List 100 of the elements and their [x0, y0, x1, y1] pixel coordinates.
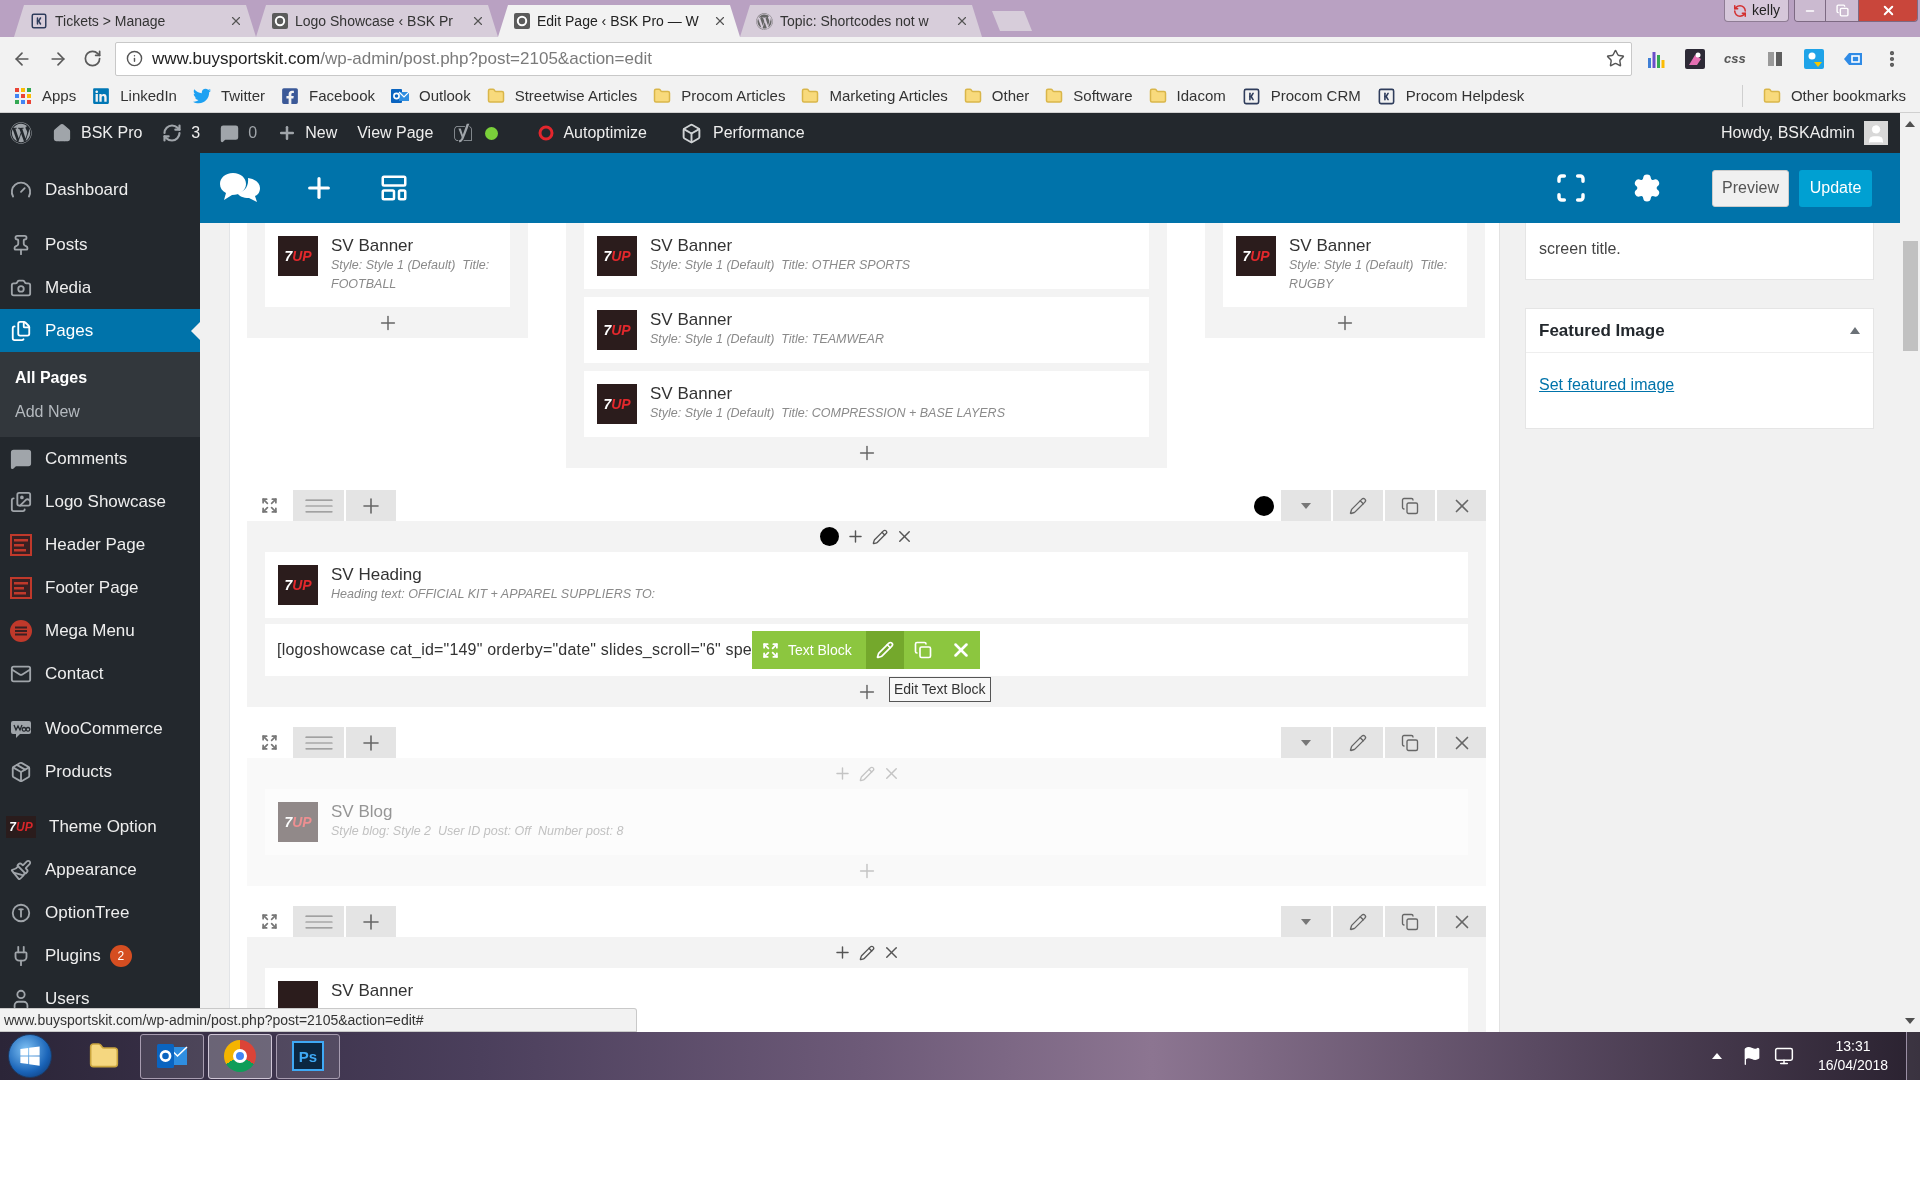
- caret-down-icon: [1301, 918, 1311, 925]
- bookmark[interactable]: Apps: [6, 83, 85, 109]
- browser-tab[interactable]: Edit Page ‹ BSK Pro — W: [498, 5, 740, 37]
- tile-icon[interactable]: [1685, 48, 1705, 69]
- sidebar-menu-item[interactable]: Dashboard: [0, 168, 200, 211]
- browser-tab[interactable]: Logo Showcase ‹ BSK Pr: [256, 5, 498, 37]
- sidebar-menu-item[interactable]: Pages: [0, 309, 200, 352]
- pencil-icon: [1349, 912, 1367, 931]
- sidebar-menu-item[interactable]: Posts: [0, 223, 200, 266]
- element-details: Style: Style 1 (Default) Title: FOOTBALL: [331, 257, 491, 293]
- sidebar-menu-item[interactable]: Footer Page: [0, 566, 200, 609]
- updates-link[interactable]: 3: [152, 113, 211, 153]
- collapse-icon[interactable]: [1850, 327, 1860, 334]
- scroll-down-icon[interactable]: [1905, 1018, 1915, 1024]
- sidebar-menu-item[interactable]: WooCommerce: [0, 707, 200, 750]
- sidebar-menu-item[interactable]: Comments: [0, 437, 200, 480]
- browser-tab[interactable]: Tickets > Manage: [14, 5, 256, 37]
- comment-icon: [10, 447, 32, 470]
- edit-column-button[interactable]: [871, 528, 888, 545]
- performance-link[interactable]: Performance: [671, 113, 815, 153]
- sidebar-menu-item[interactable]: Products: [0, 750, 200, 793]
- taskbar-app-button[interactable]: [140, 1033, 204, 1079]
- bookmark[interactable]: Streetwise Articles: [478, 83, 646, 109]
- linkedin-icon: [92, 87, 111, 105]
- monitor-icon[interactable]: [1774, 1046, 1794, 1066]
- fullscreen-icon[interactable]: [1555, 172, 1587, 204]
- bookmark-star-icon[interactable]: [1606, 49, 1625, 68]
- scroll-thumb[interactable]: [1902, 241, 1918, 351]
- sidebar-menu-item[interactable]: OptionTree: [0, 891, 200, 934]
- settings-icon[interactable]: [1632, 173, 1662, 203]
- caret-up-icon[interactable]: [1712, 1053, 1722, 1059]
- close-window-button[interactable]: [1859, 0, 1917, 21]
- sidebar-menu-item[interactable]: Media: [0, 266, 200, 309]
- duplicate-row-button[interactable]: [1385, 490, 1435, 521]
- bookmark[interactable]: Other: [955, 83, 1038, 109]
- sidebar-menu-item[interactable]: Contact: [0, 652, 200, 695]
- flag-icon[interactable]: [1742, 1046, 1762, 1066]
- new-content-link[interactable]: New: [267, 113, 348, 153]
- sidebar-menu-item[interactable]: Appearance: [0, 848, 200, 891]
- css-extension-button[interactable]: css: [1724, 52, 1746, 65]
- edit-button[interactable]: [865, 631, 904, 669]
- sidebar-menu-item[interactable]: Mega Menu: [0, 609, 200, 652]
- set-featured-image-link[interactable]: Set featured image: [1539, 376, 1675, 393]
- template-icon[interactable]: [379, 173, 409, 203]
- bookmark[interactable]: Facebook: [273, 83, 383, 109]
- bookmark[interactable]: Procom Helpdesk: [1368, 83, 1533, 109]
- square-pin-icon[interactable]: [1803, 48, 1824, 69]
- bookmark[interactable]: Procom Articles: [645, 83, 794, 109]
- add-column-button[interactable]: [346, 490, 396, 521]
- sidebar-menu-item[interactable]: 7UP Theme Option: [0, 805, 200, 848]
- autoptimize-link[interactable]: Autoptimize: [528, 113, 657, 153]
- bookmark[interactable]: LinkedIn: [84, 83, 185, 109]
- bookmark[interactable]: Outlook: [383, 83, 479, 109]
- add-column-button[interactable]: [346, 727, 396, 758]
- taskbar-app-button[interactable]: Ps: [276, 1033, 340, 1079]
- submenu-item[interactable]: Add New: [0, 395, 200, 429]
- pencil-icon: [875, 641, 894, 659]
- edit-column-button[interactable]: [858, 944, 875, 961]
- start-button[interactable]: [8, 1034, 52, 1078]
- submenu-item[interactable]: All Pages: [0, 361, 200, 395]
- comments-link[interactable]: 0: [210, 113, 268, 153]
- duplicate-row-button[interactable]: [1385, 727, 1435, 758]
- edit-row-button[interactable]: [1333, 490, 1383, 521]
- bookmark[interactable]: Marketing Articles: [793, 83, 956, 109]
- circle-t-icon: [10, 901, 32, 924]
- bird-icon: [192, 87, 211, 105]
- add-column-button[interactable]: [346, 906, 396, 937]
- bookmark[interactable]: Other bookmarks: [1756, 83, 1912, 109]
- expand-icon: [260, 734, 278, 751]
- letter-k-icon: [1376, 86, 1396, 106]
- info-icon[interactable]: [126, 50, 143, 67]
- sidebar-menu-item[interactable]: Header Page: [0, 523, 200, 566]
- bookmark[interactable]: Software: [1037, 83, 1141, 109]
- account-menu[interactable]: Howdy, BSKAdmin: [1711, 113, 1900, 153]
- restore-icon: [1835, 4, 1849, 17]
- profile-button[interactable]: kelly: [1724, 0, 1789, 22]
- sidebar-menu-item[interactable]: Plugins 2: [0, 934, 200, 977]
- maximize-button[interactable]: [1826, 0, 1859, 21]
- taskbar-app-button[interactable]: [208, 1033, 272, 1079]
- clock-date: 16/04/2018: [1817, 1056, 1889, 1075]
- duplicate-row-button[interactable]: [1385, 906, 1435, 937]
- edit-row-button[interactable]: [1333, 727, 1383, 758]
- address-field[interactable]: www.buysportskit.com/wp-admin/post.php?post=2105&action=edit: [115, 41, 1632, 76]
- site-link[interactable]: BSK Pro: [42, 113, 153, 153]
- scroll-up-icon[interactable]: [1905, 121, 1915, 127]
- seo-logo-icon: [453, 123, 474, 143]
- reload-icon[interactable]: [83, 49, 102, 68]
- show-desktop-button[interactable]: [1906, 1032, 1920, 1080]
- bookmark[interactable]: Twitter: [184, 83, 274, 109]
- view-page-link[interactable]: View Page: [347, 113, 444, 153]
- delete-row-button[interactable]: [1437, 906, 1486, 937]
- edit-row-button[interactable]: [1333, 906, 1383, 937]
- preview-button[interactable]: Preview: [1712, 169, 1789, 207]
- minimize-button[interactable]: [1795, 0, 1826, 21]
- delete-row-button[interactable]: [1437, 490, 1486, 521]
- sidebar-menu-item[interactable]: Logo Showcase: [0, 480, 200, 523]
- browser-tab[interactable]: Topic: Shortcodes not w: [740, 5, 982, 37]
- bookmark[interactable]: Procom CRM: [1233, 83, 1369, 109]
- delete-row-button[interactable]: [1437, 727, 1486, 758]
- bookmark[interactable]: Idacom: [1140, 83, 1234, 109]
